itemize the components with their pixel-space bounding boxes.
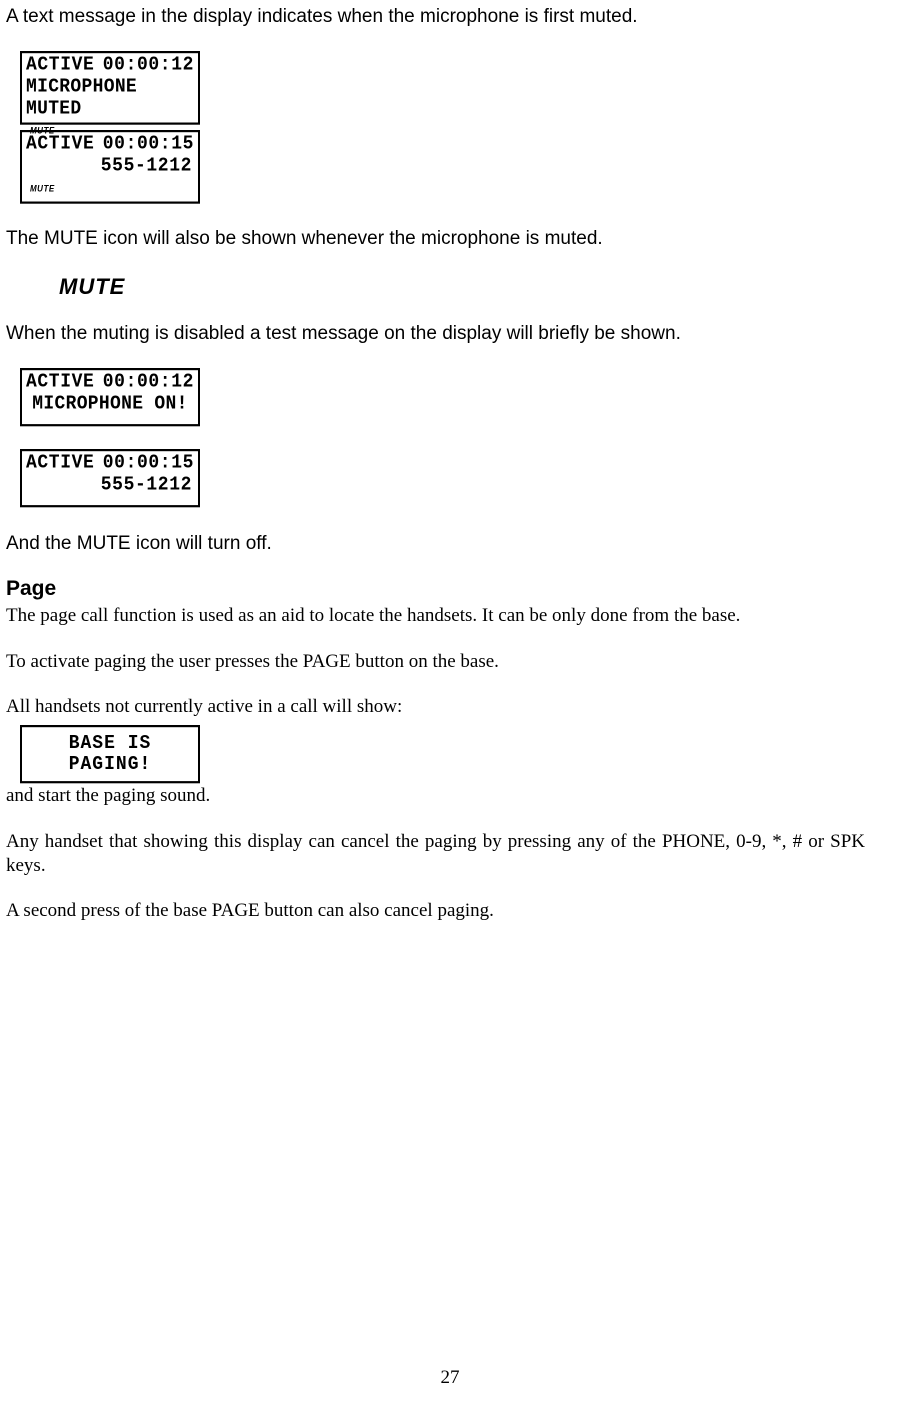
lcd-line2: MICROPHONE ON! <box>26 394 194 416</box>
lcd-status: ACTIVE <box>26 55 94 77</box>
lcd-screen-mic-on: ACTIVE 00:00:12 MICROPHONE ON! <box>20 368 200 426</box>
section-heading-page: Page <box>6 576 865 602</box>
lcd-time: 00:00:12 <box>103 55 194 77</box>
mute-icon-large: MUTE <box>59 273 865 301</box>
lcd-time: 00:00:15 <box>103 453 194 475</box>
paragraph-handsets-show: All handsets not currently active in a c… <box>6 695 865 719</box>
document-page: A text message in the display indicates … <box>0 0 900 1416</box>
paragraph-page-intro: The page call function is used as an aid… <box>6 604 865 628</box>
paragraph-mute-icon: The MUTE icon will also be shown wheneve… <box>6 227 865 251</box>
lcd-time: 00:00:15 <box>103 134 194 156</box>
lcd-screen-number: ACTIVE 00:00:15 555-1212 <box>20 449 200 507</box>
lcd-status: ACTIVE <box>26 453 94 475</box>
lcd-line1: BASE IS <box>26 734 194 755</box>
paragraph-cancel-paging: Any handset that showing this display ca… <box>6 830 865 878</box>
paragraph-second-press: A second press of the base PAGE button c… <box>6 899 865 923</box>
lcd-screen-paging: BASE IS PAGING! <box>20 725 200 783</box>
lcd-line2: MICROPHONE MUTED <box>26 77 194 121</box>
paragraph-mute-off: And the MUTE icon will turn off. <box>6 532 865 556</box>
paragraph-page-activate: To activate paging the user presses the … <box>6 650 865 674</box>
paragraph-paging-sound: and start the paging sound. <box>6 784 865 808</box>
paragraph-unmute: When the muting is disabled a test messa… <box>6 322 865 346</box>
lcd-time: 00:00:12 <box>103 372 194 394</box>
lcd-screen-muted: ACTIVE 00:00:12 MICROPHONE MUTED MUTE <box>20 51 200 125</box>
lcd-line2: PAGING! <box>26 755 194 776</box>
lcd-status: ACTIVE <box>26 372 94 394</box>
lcd-line2: 555-1212 <box>26 475 194 497</box>
lcd-screen-number-muted: ACTIVE 00:00:15 555-1212 MUTE <box>20 130 200 204</box>
mute-icon: MUTE <box>30 184 194 194</box>
lcd-status: ACTIVE <box>26 134 94 156</box>
page-number: 27 <box>0 1366 900 1390</box>
lcd-line2: 555-1212 <box>26 156 194 178</box>
paragraph-intro: A text message in the display indicates … <box>6 5 865 29</box>
